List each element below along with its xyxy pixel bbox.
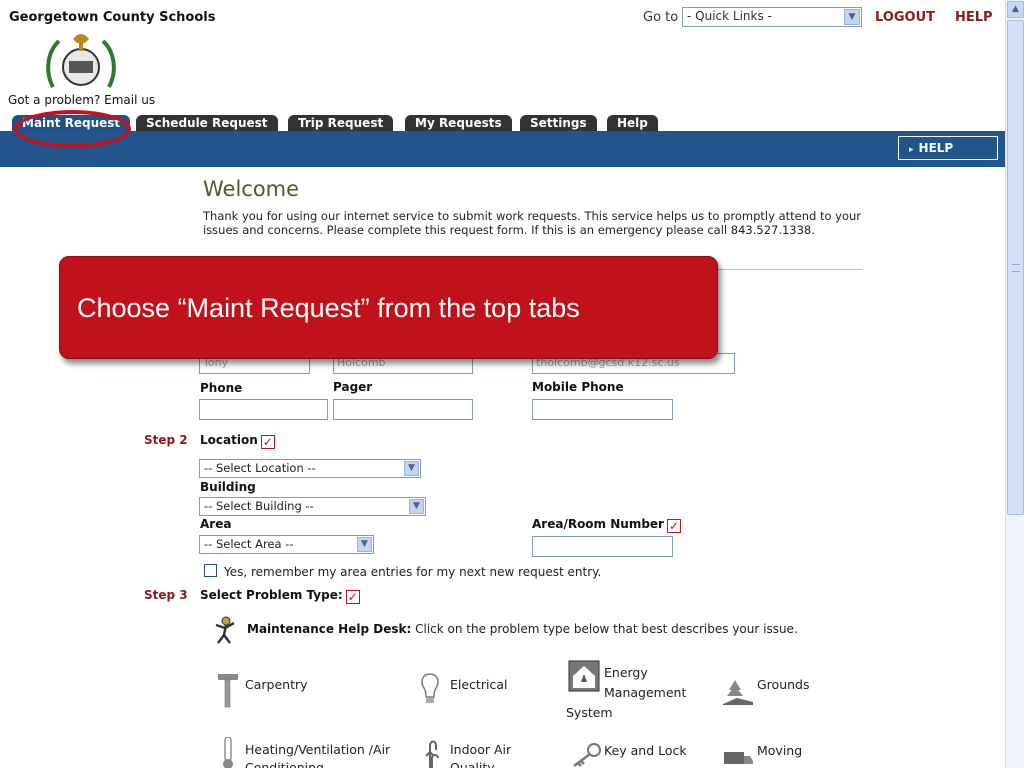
problem-hvac-2[interactable]: Conditioning [245, 758, 324, 768]
required-check-icon: ✓ [260, 435, 275, 449]
tab-my-requests[interactable]: My Requests [405, 115, 512, 132]
bar-help-button[interactable]: ▸ HELP [898, 136, 998, 160]
step-3-label: Step 3 [144, 588, 188, 602]
bar-help-label: HELP [918, 141, 954, 155]
browser-page: Georgetown County Schools Got a problem?… [0, 0, 1024, 768]
energy-house-icon[interactable] [568, 660, 600, 692]
problem-iaq-2[interactable]: Quality [450, 758, 495, 768]
helpdesk-text: Maintenance Help Desk: Click on the prob… [247, 622, 798, 636]
area-select[interactable]: -- Select Area -- ▼ [199, 535, 374, 554]
tab-trip-request[interactable]: Trip Request [288, 115, 394, 132]
step-2-label: Step 2 [144, 433, 188, 447]
problem-moving[interactable]: Moving [757, 741, 802, 760]
problem-energy-1[interactable]: Energy [604, 663, 648, 682]
chevron-down-icon[interactable]: ▼ [844, 9, 860, 25]
quick-links-select[interactable]: - Quick Links - ▼ [682, 7, 862, 27]
phone-field[interactable] [199, 399, 328, 420]
instruction-callout: Choose “Maint Request” from the top tabs [59, 256, 718, 359]
building-select-value: -- Select Building -- [204, 499, 314, 513]
triangle-right-icon: ▸ [909, 145, 914, 155]
helpdesk-description: Click on the problem type below that bes… [415, 622, 798, 636]
location-label: Location ✓ [200, 433, 275, 449]
pager-label: Pager [333, 380, 373, 394]
chevron-down-icon[interactable]: ▼ [404, 461, 419, 476]
problem-type-label: Select Problem Type: ✓ [200, 588, 360, 604]
problem-type-label-text: Select Problem Type: [200, 588, 343, 602]
email-problem-link[interactable]: Got a problem? Email us [8, 93, 155, 107]
problem-hvac-1[interactable]: Heating/Ventilation /Air [245, 740, 390, 759]
nav-bar [0, 131, 1005, 167]
problem-iaq-1[interactable]: Indoor Air [450, 740, 511, 759]
moving-truck-icon[interactable] [722, 748, 754, 768]
tab-bar: Maint Request Schedule Request Trip Requ… [0, 115, 1005, 132]
chevron-down-icon[interactable]: ▼ [357, 537, 372, 552]
school-seal-logo [46, 34, 116, 88]
key-icon[interactable] [570, 742, 602, 768]
chevron-down-icon[interactable]: ▼ [409, 499, 424, 514]
vertical-scrollbar[interactable]: ▲ [1005, 0, 1024, 768]
phone-label: Phone [200, 381, 243, 395]
problem-grounds[interactable]: Grounds [757, 675, 810, 694]
goto-label: Go to [643, 10, 679, 25]
highlight-ring [14, 110, 131, 148]
grip-icon [1012, 264, 1020, 272]
air-quality-icon[interactable] [424, 738, 442, 768]
callout-text: Choose “Maint Request” from the top tabs [77, 293, 580, 323]
help-link[interactable]: HELP [955, 10, 993, 25]
problem-carpentry[interactable]: Carpentry [245, 675, 308, 694]
helpdesk-title: Maintenance Help Desk: [247, 622, 412, 636]
required-check-icon: ✓ [345, 590, 360, 604]
room-number-label: Area/Room Number ✓ [532, 517, 681, 533]
area-label: Area [200, 517, 232, 531]
mobile-phone-label: Mobile Phone [532, 380, 624, 394]
logout-link[interactable]: LOGOUT [875, 10, 935, 25]
welcome-title: Welcome [203, 177, 300, 201]
problem-key-lock[interactable]: Key and Lock [604, 741, 687, 760]
tab-schedule-request[interactable]: Schedule Request [136, 115, 278, 132]
scroll-thumb[interactable] [1007, 20, 1024, 515]
scroll-up-arrow-icon[interactable]: ▲ [1007, 1, 1024, 18]
org-name: Georgetown County Schools [9, 10, 216, 25]
problem-electrical[interactable]: Electrical [450, 675, 507, 694]
lightbulb-icon[interactable] [418, 672, 442, 706]
helpdesk-figure-icon [215, 616, 235, 644]
problem-energy-3[interactable]: System [566, 703, 613, 722]
location-label-text: Location [200, 433, 258, 447]
building-select[interactable]: -- Select Building -- ▼ [199, 497, 426, 516]
tab-help[interactable]: Help [607, 115, 658, 132]
room-number-label-text: Area/Room Number [532, 517, 664, 531]
welcome-text: Thank you for using our internet service… [203, 209, 862, 237]
hammer-icon[interactable] [217, 672, 239, 708]
location-select[interactable]: -- Select Location -- ▼ [199, 459, 421, 478]
location-select-value: -- Select Location -- [204, 461, 316, 475]
mobile-phone-field[interactable] [532, 399, 673, 420]
quick-links-value: - Quick Links - [687, 9, 772, 23]
remember-checkbox[interactable] [204, 564, 217, 577]
pager-field[interactable] [333, 399, 473, 420]
required-check-icon: ✓ [666, 519, 681, 533]
building-label: Building [200, 480, 256, 494]
tab-settings[interactable]: Settings [520, 115, 597, 132]
remember-label: Yes, remember my area entries for my nex… [224, 565, 602, 579]
grounds-icon[interactable] [723, 678, 755, 706]
room-number-field[interactable] [532, 536, 673, 557]
area-select-value: -- Select Area -- [204, 537, 294, 551]
thermometer-icon[interactable] [221, 737, 235, 768]
problem-energy-2[interactable]: Management [604, 683, 686, 702]
